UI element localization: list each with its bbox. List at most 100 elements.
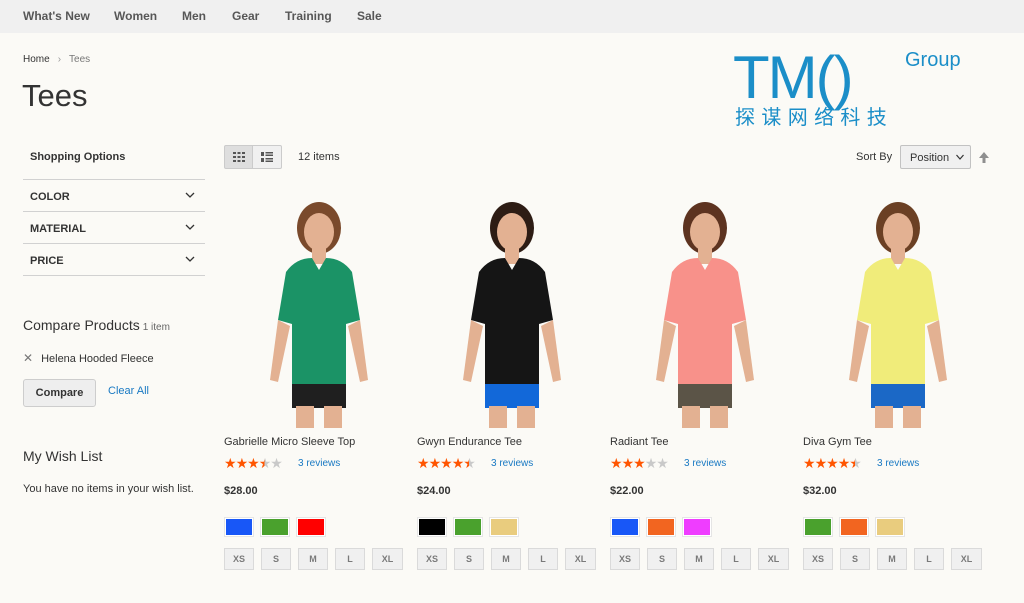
color-swatch[interactable] (839, 517, 869, 537)
size-option[interactable]: XS (417, 548, 447, 570)
color-swatch[interactable] (260, 517, 290, 537)
size-option[interactable]: S (454, 548, 484, 570)
size-option[interactable]: XL (372, 548, 403, 570)
product-item: Gwyn Endurance Tee ★★★★★ 3 reviews $24.00 XS… (417, 190, 607, 590)
nav-item-training[interactable]: Training (285, 9, 332, 23)
star-icon: ★ (270, 455, 283, 471)
reviews-link[interactable]: 3 reviews (877, 458, 919, 469)
sort-select[interactable]: Position (900, 145, 971, 169)
star-icon: ★ (247, 455, 260, 471)
nav-item-whats-new[interactable]: What's New (23, 9, 90, 23)
star-icon: ★ (440, 455, 453, 471)
product-image[interactable] (610, 190, 800, 428)
star-icon: ★ (235, 455, 249, 471)
sort-select-value: Position (910, 152, 950, 164)
size-option[interactable]: XS (803, 548, 833, 570)
compare-item-name[interactable]: Helena Hooded Fleece (41, 353, 154, 365)
wishlist-empty-text: You have no items in your wish list. (23, 483, 194, 495)
product-image[interactable] (417, 190, 607, 428)
product-price: $22.00 (610, 485, 644, 497)
color-swatch[interactable] (682, 517, 712, 537)
chevron-down-icon (956, 154, 964, 160)
list-icon (261, 152, 273, 162)
color-swatch[interactable] (417, 517, 447, 537)
filter-price[interactable]: PRICE (23, 243, 205, 275)
chevron-down-icon (185, 192, 195, 198)
page-title: Tees (22, 78, 88, 113)
breadcrumb: Home › Tees (23, 54, 90, 65)
filter-color[interactable]: COLOR (23, 179, 205, 211)
nav-item-sale[interactable]: Sale (357, 9, 382, 23)
size-option[interactable]: L (914, 548, 944, 570)
star-icon: ★ (837, 455, 851, 471)
color-swatch[interactable] (646, 517, 676, 537)
wishlist-title: My Wish List (23, 448, 103, 464)
size-option[interactable]: XL (758, 548, 789, 570)
item-count: 12 items (298, 151, 340, 163)
color-swatch[interactable] (875, 517, 905, 537)
filter-material[interactable]: MATERIAL (23, 211, 205, 243)
size-option[interactable]: L (335, 548, 365, 570)
size-option[interactable]: M (491, 548, 521, 570)
logo-chinese-text: 探 谋 网 络 科 技 (735, 105, 887, 128)
breadcrumb-home[interactable]: Home (23, 54, 50, 65)
star-icon: ★ (610, 455, 623, 471)
size-option[interactable]: M (298, 548, 328, 570)
product-price: $28.00 (224, 485, 258, 497)
nav-item-women[interactable]: Women (114, 9, 157, 23)
size-option[interactable]: L (528, 548, 558, 570)
color-swatch[interactable] (610, 517, 640, 537)
filter-label: COLOR (30, 191, 70, 203)
compare-title-text: Compare Products (23, 317, 140, 333)
color-swatch[interactable] (453, 517, 483, 537)
logo-brand-text: TM() (733, 44, 852, 111)
color-swatch[interactable] (224, 517, 254, 537)
size-option[interactable]: M (877, 548, 907, 570)
logo-group-text: Group (905, 49, 961, 71)
list-view-button[interactable] (253, 145, 282, 169)
size-option[interactable]: XS (610, 548, 640, 570)
color-swatch[interactable] (296, 517, 326, 537)
rating-stars: ★★★★★ (803, 455, 862, 471)
reviews-link[interactable]: 3 reviews (298, 458, 340, 469)
color-swatch[interactable] (489, 517, 519, 537)
size-option[interactable]: S (261, 548, 291, 570)
size-option[interactable]: XL (951, 548, 982, 570)
rating-stars: ★★★★★ (224, 455, 283, 471)
color-swatch[interactable] (803, 517, 833, 537)
size-option[interactable]: S (840, 548, 870, 570)
star-icon: ★ (814, 455, 828, 471)
product-name[interactable]: Radiant Tee (610, 436, 669, 448)
reviews-link[interactable]: 3 reviews (491, 458, 533, 469)
size-option[interactable]: L (721, 548, 751, 570)
filter-label: PRICE (30, 255, 64, 267)
compare-item: ✕ Helena Hooded Fleece (23, 351, 154, 365)
grid-view-button[interactable] (224, 145, 253, 169)
product-image[interactable] (224, 190, 414, 428)
size-option[interactable]: S (647, 548, 677, 570)
rating-stars: ★★★★★ (610, 455, 669, 471)
sort-by-label: Sort By (856, 151, 893, 163)
top-navigation: What's New Women Men Gear Training Sale (0, 0, 1024, 33)
chevron-down-icon (185, 224, 195, 230)
nav-item-gear[interactable]: Gear (232, 9, 259, 23)
size-option[interactable]: XS (224, 548, 254, 570)
star-icon: ★ (849, 455, 862, 471)
nav-item-men[interactable]: Men (182, 9, 206, 23)
product-price: $24.00 (417, 485, 451, 497)
star-icon: ★ (656, 455, 669, 471)
close-icon[interactable]: ✕ (23, 351, 33, 365)
compare-button[interactable]: Compare (23, 379, 96, 407)
size-option[interactable]: M (684, 548, 714, 570)
breadcrumb-separator: › (57, 54, 62, 65)
product-name[interactable]: Diva Gym Tee (803, 436, 872, 448)
product-name[interactable]: Gwyn Endurance Tee (417, 436, 522, 448)
watermark-logo: TM() Group 探 谋 网 络 科 技 (733, 44, 993, 129)
product-image[interactable] (803, 190, 993, 428)
product-name[interactable]: Gabrielle Micro Sleeve Top (224, 436, 355, 448)
clear-all-link[interactable]: Clear All (108, 385, 149, 397)
star-icon: ★ (428, 455, 442, 471)
arrow-up-icon[interactable] (978, 151, 990, 164)
reviews-link[interactable]: 3 reviews (684, 458, 726, 469)
size-option[interactable]: XL (565, 548, 596, 570)
